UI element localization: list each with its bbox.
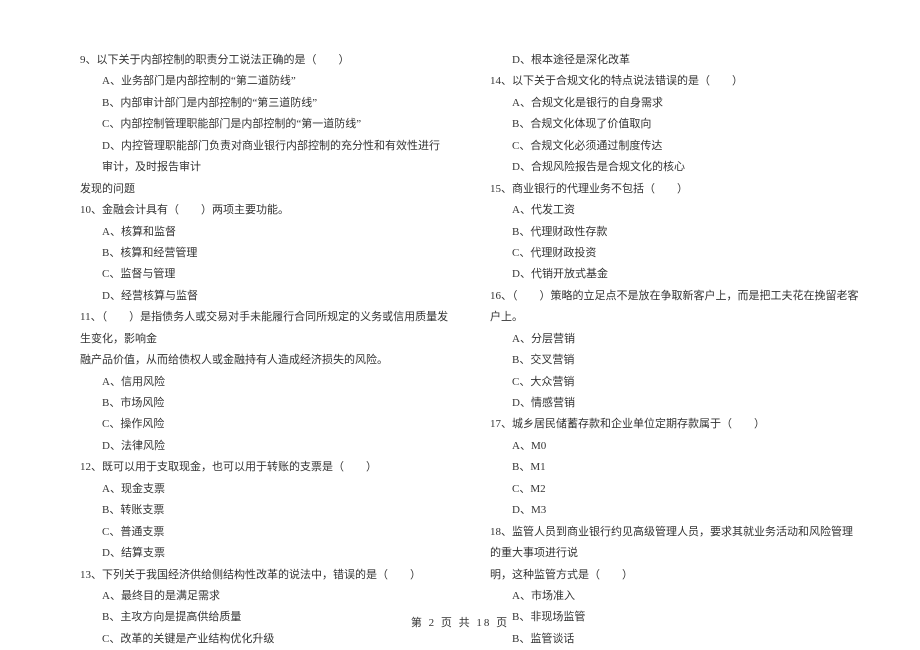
q17-stem: 17、城乡居民储蓄存款和企业单位定期存款属于（ ） — [490, 414, 860, 435]
q17-opt-a: A、M0 — [490, 436, 860, 457]
q11-opt-a: A、信用风险 — [80, 372, 450, 393]
q14-stem: 14、以下关于合规文化的特点说法错误的是（ ） — [490, 71, 860, 92]
q18-stem-cont: 明，这种监管方式是（ ） — [490, 565, 860, 586]
q12-opt-a: A、现金支票 — [80, 479, 450, 500]
q15-opt-c: C、代理财政投资 — [490, 243, 860, 264]
q16-opt-c: C、大众营销 — [490, 372, 860, 393]
content-columns: 9、以下关于内部控制的职责分工说法正确的是（ ） A、业务部门是内部控制的“第二… — [80, 50, 860, 610]
q13-opt-d: D、根本途径是深化改革 — [490, 50, 860, 71]
q12-opt-b: B、转账支票 — [80, 500, 450, 521]
q9-opt-d-cont: 发现的问题 — [80, 179, 450, 200]
q15-opt-d: D、代销开放式基金 — [490, 264, 860, 285]
q15-opt-b: B、代理财政性存款 — [490, 222, 860, 243]
q12-stem: 12、既可以用于支取现金，也可以用于转账的支票是（ ） — [80, 457, 450, 478]
q15-stem: 15、商业银行的代理业务不包括（ ） — [490, 179, 860, 200]
q11-stem: 11、（ ）是指债务人或交易对手未能履行合同所规定的义务或信用质量发生变化，影响… — [80, 307, 450, 350]
q16-stem: 16、（ ）策略的立足点不是放在争取新客户上，而是把工夫花在挽留老客户上。 — [490, 286, 860, 329]
q13-stem: 13、下列关于我国经济供给侧结构性改革的说法中，错误的是（ ） — [80, 565, 450, 586]
q12-opt-c: C、普通支票 — [80, 522, 450, 543]
q17-opt-d: D、M3 — [490, 500, 860, 521]
q10-opt-b: B、核算和经营管理 — [80, 243, 450, 264]
q18-opt-c: B、监管谈话 — [490, 629, 860, 650]
page-footer: 第 2 页 共 18 页 — [0, 614, 920, 630]
q10-stem: 10、金融会计具有（ ）两项主要功能。 — [80, 200, 450, 221]
q16-opt-b: B、交叉营销 — [490, 350, 860, 371]
q16-opt-d: D、情感营销 — [490, 393, 860, 414]
q11-stem-cont: 融产品价值，从而给债权人或金融持有人造成经济损失的风险。 — [80, 350, 450, 371]
q18-stem: 18、监管人员到商业银行约见高级管理人员，要求其就业务活动和风险管理的重大事项进… — [490, 522, 860, 565]
q16-opt-a: A、分层营销 — [490, 329, 860, 350]
q13-opt-c: C、改革的关键是产业结构优化升级 — [80, 629, 450, 650]
q9-stem: 9、以下关于内部控制的职责分工说法正确的是（ ） — [80, 50, 450, 71]
right-column: D、根本途径是深化改革 14、以下关于合规文化的特点说法错误的是（ ） A、合规… — [490, 50, 860, 610]
q9-opt-c: C、内部控制管理职能部门是内部控制的“第一道防线” — [80, 114, 450, 135]
q10-opt-a: A、核算和监督 — [80, 222, 450, 243]
q12-opt-d: D、结算支票 — [80, 543, 450, 564]
left-column: 9、以下关于内部控制的职责分工说法正确的是（ ） A、业务部门是内部控制的“第二… — [80, 50, 450, 610]
q14-opt-d: D、合规风险报告是合规文化的核心 — [490, 157, 860, 178]
q11-opt-d: D、法律风险 — [80, 436, 450, 457]
q14-opt-a: A、合规文化是银行的自身需求 — [490, 93, 860, 114]
q14-opt-b: B、合规文化体现了价值取向 — [490, 114, 860, 135]
q17-opt-b: B、M1 — [490, 457, 860, 478]
q17-opt-c: C、M2 — [490, 479, 860, 500]
q9-opt-b: B、内部审计部门是内部控制的“第三道防线” — [80, 93, 450, 114]
q11-opt-b: B、市场风险 — [80, 393, 450, 414]
q11-opt-c: C、操作风险 — [80, 414, 450, 435]
q14-opt-c: C、合规文化必须通过制度传达 — [490, 136, 860, 157]
q13-opt-a: A、最终目的是满足需求 — [80, 586, 450, 607]
q10-opt-d: D、经营核算与监督 — [80, 286, 450, 307]
q9-opt-a: A、业务部门是内部控制的“第二道防线” — [80, 71, 450, 92]
q18-opt-a: A、市场准入 — [490, 586, 860, 607]
q15-opt-a: A、代发工资 — [490, 200, 860, 221]
q9-opt-d: D、内控管理职能部门负责对商业银行内部控制的充分性和有效性进行审计，及时报告审计 — [80, 136, 450, 179]
q10-opt-c: C、监督与管理 — [80, 264, 450, 285]
